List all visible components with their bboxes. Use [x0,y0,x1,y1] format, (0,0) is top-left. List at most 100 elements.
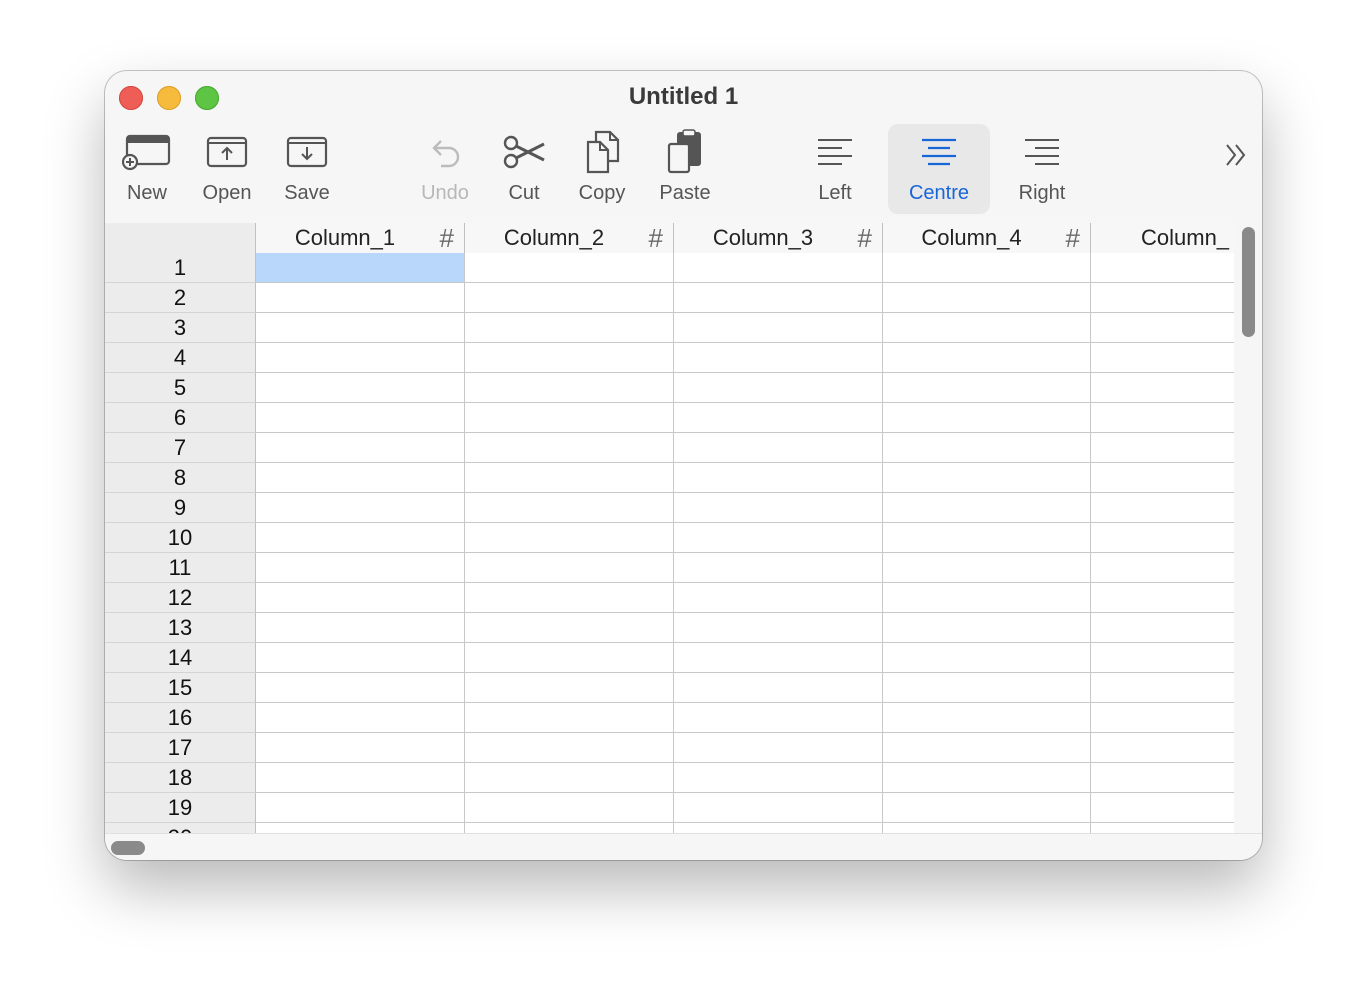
grid-cell[interactable] [256,793,465,823]
row-header[interactable]: 18 [105,763,256,793]
grid-cell[interactable] [256,463,465,493]
grid-cell[interactable] [1091,793,1234,823]
grid-cell[interactable] [1091,583,1234,613]
grid-cell[interactable] [465,793,674,823]
grid-cell[interactable] [465,463,674,493]
spreadsheet-grid[interactable]: Column_1 # Column_2 # Column_3 # Column_4 # Colu… [105,223,1234,833]
align-centre-button[interactable]: Centre [888,124,990,214]
grid-cell[interactable] [1091,493,1234,523]
grid-cell[interactable] [883,343,1091,373]
grid-cell[interactable] [465,403,674,433]
column-header-3[interactable]: Column_3 # [674,223,883,253]
row-header[interactable]: 1 [105,253,256,283]
grid-cell[interactable] [883,493,1091,523]
grid-cell[interactable] [256,553,465,583]
grid-cell[interactable] [674,613,883,643]
grid-cell[interactable] [883,553,1091,583]
grid-cell[interactable] [465,613,674,643]
grid-cell[interactable] [1091,283,1234,313]
grid-cell[interactable] [256,673,465,703]
grid-cell[interactable] [1091,613,1234,643]
open-button[interactable]: Open [197,124,257,214]
grid-cell[interactable] [256,643,465,673]
grid-cell[interactable] [256,403,465,433]
toolbar-overflow-button[interactable] [1222,141,1250,174]
grid-cell[interactable] [256,583,465,613]
grid-cell[interactable] [1091,763,1234,793]
grid-cell[interactable] [674,733,883,763]
new-button[interactable]: New [119,124,175,214]
grid-cell[interactable] [1091,553,1234,583]
grid-cell[interactable] [1091,343,1234,373]
vertical-scroll-thumb[interactable] [1242,227,1255,337]
horizontal-scrollbar[interactable] [105,833,1262,860]
cut-button[interactable]: Cut [499,124,549,214]
row-header[interactable]: 20 [105,823,256,833]
paste-button[interactable]: Paste [655,124,715,214]
grid-cell[interactable] [465,583,674,613]
grid-cell[interactable] [465,493,674,523]
grid-cell[interactable] [465,373,674,403]
grid-cell[interactable] [883,283,1091,313]
column-header-2[interactable]: Column_2 # [465,223,674,253]
grid-cell[interactable] [1091,313,1234,343]
numeric-type-icon[interactable]: # [440,223,454,253]
grid-cell[interactable] [465,523,674,553]
grid-cell[interactable] [1091,733,1234,763]
grid-cell[interactable] [883,583,1091,613]
horizontal-scroll-thumb[interactable] [111,841,145,855]
grid-cell[interactable] [1091,523,1234,553]
row-header[interactable]: 19 [105,793,256,823]
grid-cell[interactable] [674,313,883,343]
grid-cell[interactable] [465,343,674,373]
numeric-type-icon[interactable]: # [858,223,872,253]
grid-cell[interactable] [256,253,465,283]
row-header[interactable]: 6 [105,403,256,433]
grid-cell[interactable] [256,493,465,523]
grid-cell[interactable] [465,823,674,833]
row-header[interactable]: 4 [105,343,256,373]
grid-cell[interactable] [465,643,674,673]
grid-cell[interactable] [465,703,674,733]
grid-cell[interactable] [674,493,883,523]
row-header[interactable]: 16 [105,703,256,733]
grid-cell[interactable] [1091,673,1234,703]
row-header[interactable]: 14 [105,643,256,673]
grid-cell[interactable] [1091,253,1234,283]
row-header[interactable]: 17 [105,733,256,763]
grid-cell[interactable] [256,523,465,553]
grid-cell[interactable] [674,763,883,793]
column-header-5[interactable]: Column_ [1091,223,1234,253]
grid-cell[interactable] [674,283,883,313]
row-header[interactable]: 12 [105,583,256,613]
grid-cell[interactable] [465,553,674,583]
grid-cell[interactable] [674,673,883,703]
grid-cell[interactable] [674,463,883,493]
row-header[interactable]: 7 [105,433,256,463]
grid-cell[interactable] [883,733,1091,763]
grid-cell[interactable] [883,703,1091,733]
grid-cell[interactable] [883,643,1091,673]
grid-cell[interactable] [1091,403,1234,433]
row-header[interactable]: 11 [105,553,256,583]
grid-cell[interactable] [883,793,1091,823]
grid-cell[interactable] [1091,703,1234,733]
grid-cell[interactable] [883,763,1091,793]
grid-cell[interactable] [1091,643,1234,673]
grid-cell[interactable] [1091,373,1234,403]
numeric-type-icon[interactable]: # [1066,223,1080,253]
corner-header-cell[interactable] [105,223,256,253]
row-header[interactable]: 2 [105,283,256,313]
numeric-type-icon[interactable]: # [649,223,663,253]
grid-cell[interactable] [674,343,883,373]
align-left-button[interactable]: Left [809,124,861,214]
grid-cell[interactable] [674,553,883,583]
vertical-scrollbar[interactable] [1234,223,1262,833]
grid-cell[interactable] [674,643,883,673]
grid-cell[interactable] [256,733,465,763]
grid-cell[interactable] [465,763,674,793]
undo-button[interactable]: Undo [413,124,477,214]
row-header[interactable]: 10 [105,523,256,553]
grid-cell[interactable] [674,523,883,553]
grid-cell[interactable] [256,283,465,313]
